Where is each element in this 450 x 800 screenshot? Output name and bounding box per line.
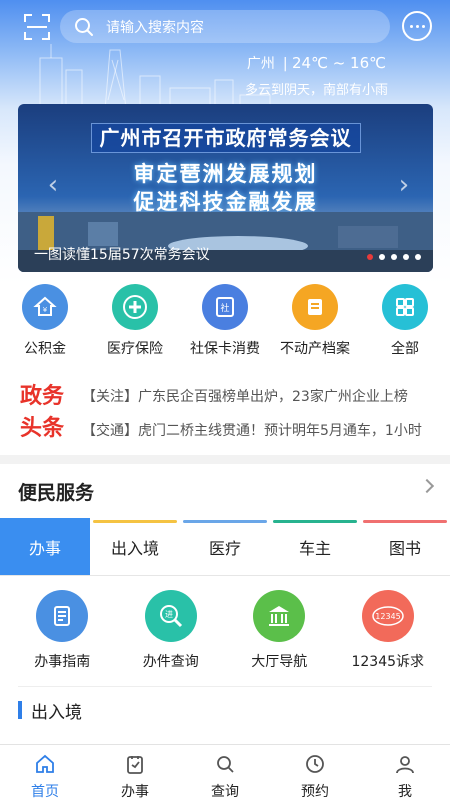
subsection-title: 出入境 bbox=[31, 702, 82, 723]
nav-label: 查询 bbox=[211, 784, 239, 800]
tab-banshi[interactable]: 办事 bbox=[0, 518, 90, 575]
svg-text:进: 进 bbox=[165, 610, 173, 619]
quick-service-label: 全部 bbox=[391, 341, 419, 357]
svg-text:社: 社 bbox=[220, 302, 229, 314]
quick-service-housing-fund[interactable]: ¥ 公积金 bbox=[0, 284, 90, 364]
service-12345-hotline[interactable]: 12345 12345诉求 bbox=[338, 590, 438, 680]
tab-color-bar bbox=[3, 520, 87, 523]
nav-label: 预约 bbox=[301, 784, 329, 800]
gov-headlines: 政务 头条 【关注】广东民企百强榜单出炉，23家广州企业上榜 【交通】虎门二桥主线… bbox=[0, 380, 450, 450]
carousel-dot[interactable] bbox=[415, 254, 421, 260]
task-icon bbox=[127, 756, 143, 774]
tab-tushu[interactable]: 图书 bbox=[360, 518, 450, 575]
user-icon bbox=[396, 756, 414, 774]
progress-query-icon: 进 bbox=[144, 590, 197, 642]
quick-service-property-file[interactable]: 不动产档案 bbox=[270, 284, 360, 364]
property-file-icon bbox=[292, 284, 338, 330]
nav-label: 首页 bbox=[31, 784, 59, 800]
quick-service-social-card[interactable]: 社 社保卡消费 bbox=[180, 284, 270, 364]
services-header[interactable]: 便民服务 bbox=[0, 464, 450, 518]
clock-icon bbox=[306, 755, 324, 773]
service-item-label: 办事指南 bbox=[34, 654, 91, 670]
tab-color-bar bbox=[363, 520, 447, 523]
news-banner-carousel[interactable]: 广州市召开市政府常务会议 审定琶洲发展规划 促进科技金融发展 ‹ › 一图读懂1… bbox=[18, 104, 433, 272]
quick-service-label: 医疗保险 bbox=[107, 341, 163, 357]
weather-summary: 广州 | 24℃ ~ 16℃ bbox=[247, 53, 386, 73]
home-icon bbox=[36, 754, 54, 773]
gov-headlines-logo: 政务 头条 bbox=[20, 383, 65, 441]
nav-label: 办事 bbox=[121, 784, 149, 800]
banner-headline: 广州市召开市政府常务会议 bbox=[18, 122, 433, 153]
service-hall-navigation[interactable]: 大厅导航 bbox=[229, 590, 329, 680]
nav-home[interactable]: 首页 bbox=[0, 745, 90, 800]
divider bbox=[18, 686, 432, 687]
weather-city: 广州 bbox=[246, 56, 275, 72]
service-progress-query[interactable]: 进 办件查询 bbox=[121, 590, 221, 680]
weather-description: 多云到阴天，南部有小雨 bbox=[244, 83, 388, 98]
bottom-nav: 首页 办事 查询 预约 我 bbox=[0, 744, 450, 800]
scan-icon[interactable] bbox=[24, 14, 50, 40]
nav-label: 我 bbox=[398, 784, 412, 800]
tab-chezhu[interactable]: 车主 bbox=[270, 518, 360, 575]
service-items: 办事指南 进 办件查询 大厅导航 12345 12345诉求 bbox=[0, 590, 450, 680]
city-skyline-illustration bbox=[39, 44, 271, 110]
carousel-dot[interactable] bbox=[367, 254, 373, 260]
quick-service-label: 不动产档案 bbox=[280, 341, 350, 357]
hotline-icon: 12345 bbox=[361, 590, 414, 642]
carousel-indicator bbox=[367, 254, 421, 260]
nav-me[interactable]: 我 bbox=[360, 745, 450, 800]
medical-cross-icon bbox=[112, 284, 158, 330]
headline-item[interactable]: 【交通】虎门二桥主线贯通！预计明年5月通车，1小时 bbox=[82, 420, 427, 440]
weather-divider: | bbox=[282, 56, 288, 72]
tab-churujing[interactable]: 出入境 bbox=[90, 518, 180, 575]
service-item-label: 12345诉求 bbox=[351, 654, 425, 670]
carousel-dot[interactable] bbox=[379, 254, 385, 260]
subsection-header: 出入境 bbox=[18, 698, 82, 723]
quick-services: ¥ 公积金 医疗保险 社 社保卡消费 不动产档案 全部 bbox=[0, 284, 450, 364]
service-guide[interactable]: 办事指南 bbox=[12, 590, 112, 680]
banner-next-arrow[interactable]: › bbox=[393, 170, 415, 200]
guide-icon bbox=[36, 590, 89, 642]
tab-color-bar bbox=[93, 520, 177, 523]
search-bar[interactable]: 请输入搜索内容 bbox=[60, 10, 390, 43]
carousel-dot[interactable] bbox=[403, 254, 409, 260]
banner-prev-arrow[interactable]: ‹ bbox=[42, 170, 64, 200]
service-item-label: 大厅导航 bbox=[251, 654, 308, 670]
nav-appointment[interactable]: 预约 bbox=[270, 745, 360, 800]
banner-caption: 一图读懂15届57次常务会议 bbox=[34, 247, 210, 263]
chevron-right-icon bbox=[419, 478, 435, 494]
headline-item[interactable]: 【关注】广东民企百强榜单出炉，23家广州企业上榜 bbox=[82, 386, 427, 406]
housing-fund-icon: ¥ bbox=[22, 284, 68, 330]
nav-query[interactable]: 查询 bbox=[180, 745, 270, 800]
hall-building-icon bbox=[253, 590, 306, 642]
nav-tasks[interactable]: 办事 bbox=[90, 745, 180, 800]
grid-icon bbox=[382, 284, 428, 330]
message-icon[interactable] bbox=[402, 11, 432, 41]
tab-color-bar bbox=[273, 520, 357, 523]
search-icon bbox=[75, 17, 93, 36]
carousel-dot[interactable] bbox=[391, 254, 397, 260]
service-tabs: 办事 出入境 医疗 车主 图书 bbox=[0, 518, 450, 576]
quick-service-all[interactable]: 全部 bbox=[360, 284, 450, 364]
quick-service-label: 社保卡消费 bbox=[190, 341, 260, 357]
tab-yiliao[interactable]: 医疗 bbox=[180, 518, 270, 575]
service-item-label: 办件查询 bbox=[142, 654, 199, 670]
banner-subline-1: 审定琶洲发展规划 bbox=[133, 162, 318, 186]
svg-text:12345: 12345 bbox=[375, 612, 400, 621]
section-divider bbox=[0, 455, 450, 464]
tab-color-bar bbox=[183, 520, 267, 523]
quick-service-label: 公积金 bbox=[24, 341, 66, 357]
weather-temperature: 24℃ ~ 16℃ bbox=[292, 54, 386, 72]
quick-service-medical-insurance[interactable]: 医疗保险 bbox=[90, 284, 180, 364]
social-card-icon: 社 bbox=[202, 284, 248, 330]
section-marker bbox=[18, 701, 22, 719]
svg-text:¥: ¥ bbox=[43, 306, 48, 314]
search-icon bbox=[217, 756, 234, 773]
search-placeholder: 请输入搜索内容 bbox=[106, 19, 204, 36]
services-title: 便民服务 bbox=[18, 482, 95, 504]
